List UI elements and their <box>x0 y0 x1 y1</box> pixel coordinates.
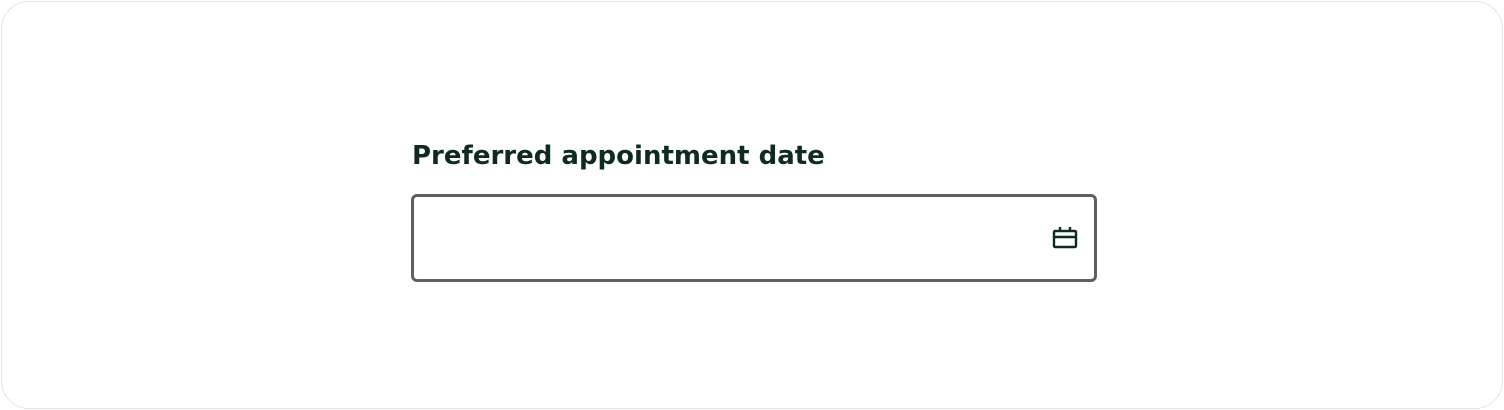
appointment-date-field: Preferred appointment date <box>411 138 1097 282</box>
calendar-button[interactable] <box>1050 223 1080 253</box>
form-card: Preferred appointment date <box>1 1 1503 409</box>
calendar-icon <box>1052 227 1078 249</box>
appointment-date-label: Preferred appointment date <box>412 141 825 171</box>
date-input-container[interactable] <box>411 194 1097 282</box>
date-input[interactable] <box>414 197 1014 279</box>
